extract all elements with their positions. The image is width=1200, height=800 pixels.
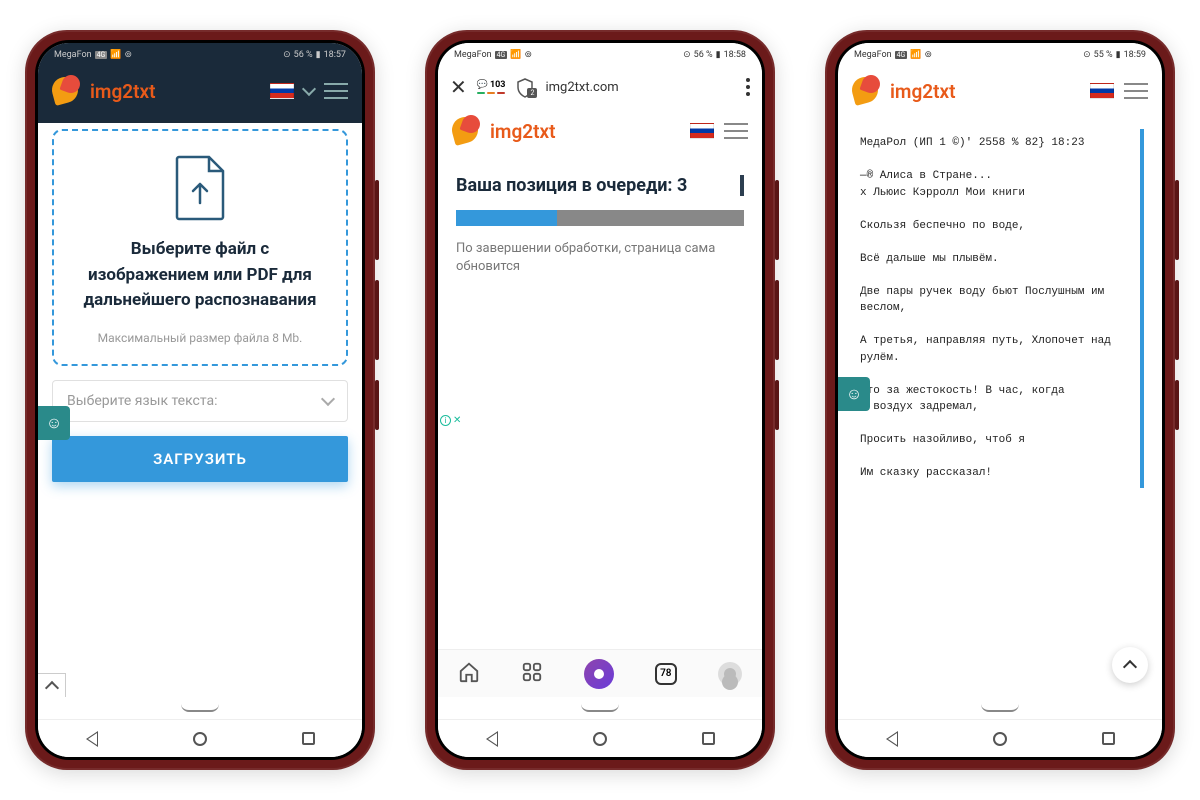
recents-icon[interactable]	[302, 732, 315, 745]
network-badge: 4G	[95, 51, 108, 59]
comments-counter[interactable]: 💬103	[477, 81, 506, 94]
browser-home-icon[interactable]	[458, 661, 480, 687]
phone-3: MegaFon 4G 📶 ⊚ ⊙ 55 % ▮ 18:59 img2txt	[825, 30, 1175, 770]
queue-title: Ваша позиция в очереди: 3	[456, 175, 744, 196]
language-placeholder: Выберите язык текста:	[67, 393, 218, 409]
app-header: img2txt	[38, 67, 362, 115]
flag-ru-icon[interactable]	[690, 123, 714, 139]
carrier-label: MegaFon	[454, 50, 492, 60]
clock-label: 18:58	[724, 50, 746, 60]
wifi-icon: ⊚	[125, 50, 133, 60]
signal-icon: 📶	[510, 50, 521, 60]
app-header: img2txt	[438, 107, 762, 155]
chat-widget-tab[interactable]: ☺	[38, 406, 70, 440]
recents-icon[interactable]	[702, 732, 715, 745]
brand-text: img2txt	[890, 80, 955, 103]
system-navbar	[38, 719, 362, 757]
battery-label: 55 %	[1094, 50, 1113, 60]
eye-comfort-icon: ⊙	[283, 50, 291, 60]
system-navbar	[838, 719, 1162, 757]
upload-title: Выберите файл с изображением или PDF для…	[72, 237, 328, 314]
status-bar: MegaFon 4G 📶 ⊚ ⊙ 56 % ▮ 18:58	[438, 43, 762, 67]
security-shield-icon[interactable]: 2	[515, 78, 535, 96]
system-navbar	[438, 719, 762, 757]
browser-bottom-bar: 78	[438, 649, 762, 697]
carrier-label: MegaFon	[54, 50, 92, 60]
back-icon[interactable]	[86, 731, 98, 747]
main-content: Ваша позиция в очереди: 3 По завершении …	[438, 155, 762, 649]
upload-subtitle: Максимальный размер файла 8 Mb.	[72, 330, 328, 347]
ocr-result-text[interactable]: МедаРол (ИП 1 ©)' 2558 % 82} 18:23 —® Ал…	[856, 129, 1144, 488]
menu-icon[interactable]	[1124, 83, 1148, 99]
main-content: Выберите файл с изображением или PDF для…	[38, 115, 362, 697]
eye-comfort-icon: ⊙	[1083, 50, 1091, 60]
back-icon[interactable]	[886, 731, 898, 747]
logo-icon	[452, 117, 484, 145]
phone-1: MegaFon 4G 📶 ⊚ ⊙ 56 % ▮ 18:57 img2txt	[25, 30, 375, 770]
status-bar: MegaFon 4G 📶 ⊚ ⊙ 56 % ▮ 18:57	[38, 43, 362, 67]
logo-icon	[852, 77, 884, 105]
network-badge: 4G	[495, 51, 508, 59]
battery-label: 56 %	[694, 50, 713, 60]
queue-subtitle: По завершении обработки, страница сама о…	[456, 240, 744, 276]
brand-logo[interactable]: img2txt	[52, 77, 155, 105]
progress-bar	[456, 210, 744, 226]
network-badge: 4G	[895, 51, 908, 59]
chevron-down-icon[interactable]	[302, 82, 316, 96]
gesture-bar	[38, 697, 362, 719]
menu-icon[interactable]	[724, 123, 748, 139]
app-header: img2txt	[838, 67, 1162, 115]
gesture-bar	[438, 697, 762, 719]
alice-assistant-icon[interactable]	[584, 659, 614, 689]
brand-logo[interactable]: img2txt	[852, 77, 955, 105]
home-icon[interactable]	[193, 732, 207, 746]
main-content: МедаРол (ИП 1 ©)' 2558 % 82} 18:23 —® Ал…	[838, 115, 1162, 697]
flag-ru-icon[interactable]	[1090, 83, 1114, 99]
wifi-icon: ⊚	[525, 50, 533, 60]
battery-icon: ▮	[1116, 50, 1121, 60]
language-select[interactable]: Выберите язык текста:	[52, 380, 348, 422]
gesture-bar	[838, 697, 1162, 719]
upload-button[interactable]: ЗАГРУЗИТЬ	[52, 436, 348, 482]
browser-apps-icon[interactable]	[521, 661, 543, 687]
flag-ru-icon[interactable]	[270, 83, 294, 99]
signal-icon: 📶	[910, 50, 921, 60]
brand-logo[interactable]: img2txt	[452, 117, 555, 145]
battery-icon: ▮	[716, 50, 721, 60]
file-upload-icon	[173, 155, 227, 221]
ad-close[interactable]: i✕	[440, 415, 461, 426]
more-menu-icon[interactable]	[746, 78, 750, 96]
menu-icon[interactable]	[324, 83, 348, 99]
home-icon[interactable]	[593, 732, 607, 746]
carrier-label: MegaFon	[854, 50, 892, 60]
clock-label: 18:57	[324, 50, 346, 60]
recents-icon[interactable]	[1102, 732, 1115, 745]
comment-icon: 💬	[477, 81, 488, 90]
logo-icon	[52, 77, 84, 105]
collapse-toggle[interactable]	[38, 673, 66, 697]
browser-toolbar: ✕ 💬103 2 img2txt.com	[438, 67, 762, 107]
brand-text: img2txt	[490, 120, 555, 143]
home-icon[interactable]	[993, 732, 1007, 746]
phone-2: MegaFon 4G 📶 ⊚ ⊙ 56 % ▮ 18:58 ✕ 💬103 2	[425, 30, 775, 770]
clock-label: 18:59	[1124, 50, 1146, 60]
profile-icon[interactable]	[718, 662, 742, 686]
signal-icon: 📶	[110, 50, 121, 60]
status-bar: MegaFon 4G 📶 ⊚ ⊙ 55 % ▮ 18:59	[838, 43, 1162, 67]
battery-icon: ▮	[316, 50, 321, 60]
chevron-down-icon	[321, 392, 335, 406]
tabs-count[interactable]: 78	[655, 663, 677, 685]
back-icon[interactable]	[486, 731, 498, 747]
battery-label: 56 %	[294, 50, 313, 60]
brand-text: img2txt	[90, 80, 155, 103]
url-text[interactable]: img2txt.com	[545, 80, 618, 95]
close-icon[interactable]: ✕	[450, 75, 467, 99]
scroll-top-button[interactable]	[1112, 647, 1148, 683]
eye-comfort-icon: ⊙	[683, 50, 691, 60]
shield-badge: 2	[527, 88, 537, 98]
chat-widget-tab[interactable]: ☺	[838, 377, 870, 411]
wifi-icon: ⊚	[925, 50, 933, 60]
upload-dropzone[interactable]: Выберите файл с изображением или PDF для…	[52, 129, 348, 366]
